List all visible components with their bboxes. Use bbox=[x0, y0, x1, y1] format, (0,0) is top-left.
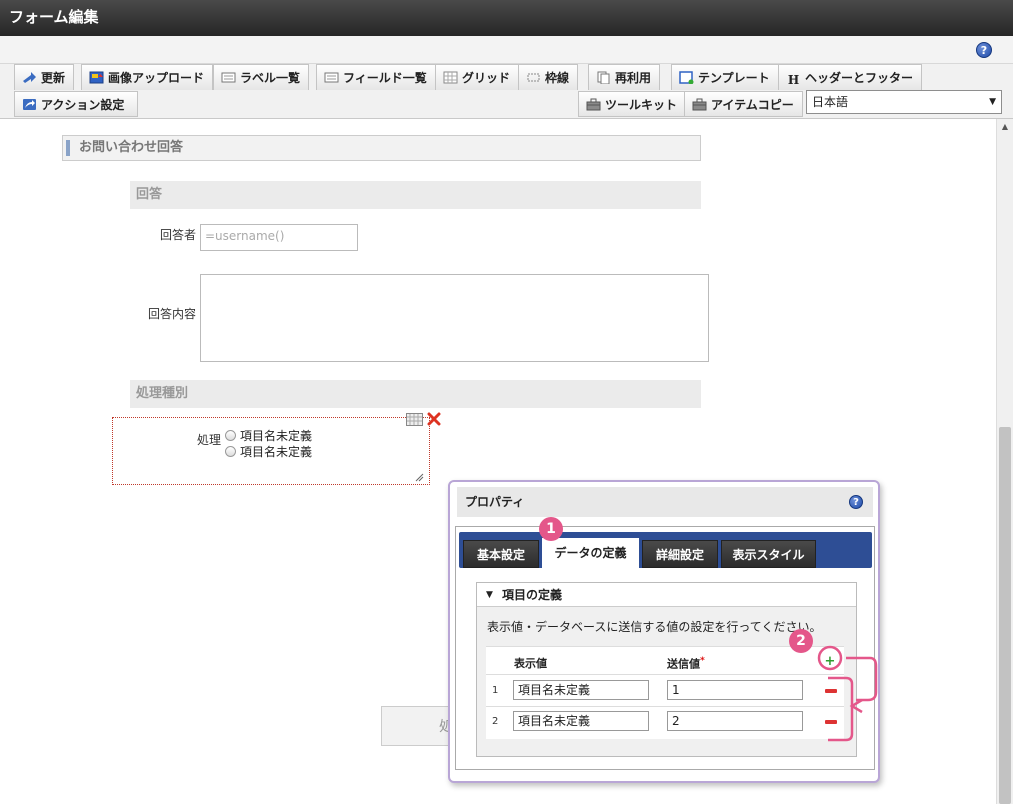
toolkit-button[interactable]: ツールキット bbox=[578, 91, 687, 117]
scroll-up-icon[interactable]: ▲ bbox=[997, 119, 1013, 135]
item-definition-panel: ▼ 項目の定義 表示値・データベースに送信する値の設定を行ってください。 表示値… bbox=[476, 582, 857, 757]
properties-dialog: プロパティ ? 基本設定 データの定義 詳細設定 表示スタイル ▼ 項目の定義 … bbox=[448, 480, 880, 783]
header-footer-label: ヘッダーとフッター bbox=[805, 71, 914, 85]
grid-icon bbox=[443, 67, 458, 84]
help-bar: ? bbox=[0, 36, 1013, 64]
properties-title: プロパティ bbox=[457, 487, 873, 517]
language-value: 日本語 bbox=[812, 95, 849, 109]
add-row-button[interactable]: + bbox=[822, 654, 838, 670]
border-icon bbox=[526, 67, 541, 82]
column-header-display: 表示値 bbox=[514, 657, 547, 670]
tab-basic-settings[interactable]: 基本設定 bbox=[463, 540, 539, 568]
resize-handle-icon[interactable] bbox=[414, 471, 424, 485]
window-title: フォーム編集 bbox=[0, 0, 1013, 36]
reuse-button[interactable]: 再利用 bbox=[588, 64, 661, 90]
reuse-label: 再利用 bbox=[615, 71, 652, 85]
template-button[interactable]: テンプレート bbox=[671, 64, 779, 90]
toolkit-icon bbox=[586, 94, 601, 111]
display-value-input[interactable]: 項目名未定義 bbox=[513, 711, 649, 731]
annotation-badge-1: 1 bbox=[539, 517, 563, 541]
item-copy-button[interactable]: アイテムコピー bbox=[684, 91, 803, 117]
field-list-button[interactable]: フィールド一覧 bbox=[316, 64, 436, 90]
vertical-scrollbar[interactable]: ▲ bbox=[996, 119, 1013, 804]
remove-row-button[interactable] bbox=[825, 720, 837, 724]
template-label: テンプレート bbox=[698, 71, 770, 85]
item-definition-grid: 表示値 送信値* + 1 項目名未定義 1 2 項目名未定義 2 bbox=[486, 646, 844, 739]
grid-label: グリッド bbox=[462, 71, 511, 85]
scrollbar-thumb[interactable] bbox=[999, 427, 1011, 804]
radio-button[interactable] bbox=[225, 430, 236, 441]
label-list-button[interactable]: ラベル一覧 bbox=[213, 64, 310, 90]
content-textarea[interactable] bbox=[200, 274, 709, 362]
delete-item-icon[interactable] bbox=[427, 412, 441, 429]
answer-heading[interactable]: 回答 bbox=[130, 181, 701, 209]
column-header-send: 送信値* bbox=[667, 655, 705, 672]
section-title[interactable]: お問い合わせ回答 bbox=[62, 135, 701, 161]
update-label: 更新 bbox=[41, 71, 66, 85]
header-footer-button[interactable]: H ヘッダーとフッター bbox=[778, 64, 923, 90]
item-copy-icon bbox=[692, 94, 707, 111]
border-button[interactable]: 枠線 bbox=[518, 64, 579, 90]
collapse-triangle-icon[interactable]: ▼ bbox=[486, 583, 493, 607]
radio-option-label: 項目名未定義 bbox=[240, 429, 313, 443]
send-value-input[interactable]: 1 bbox=[667, 680, 803, 700]
radio-option-1[interactable]: 項目名未定義 bbox=[225, 427, 312, 444]
display-value-input[interactable]: 項目名未定義 bbox=[513, 680, 649, 700]
properties-tabs: 基本設定 データの定義 詳細設定 表示スタイル bbox=[459, 532, 872, 568]
label-list-icon bbox=[221, 67, 236, 83]
reuse-icon bbox=[596, 67, 611, 85]
radio-button[interactable] bbox=[225, 446, 236, 457]
toolkit-label: ツールキット bbox=[605, 98, 678, 112]
grid-toggle-icon[interactable] bbox=[406, 413, 423, 429]
tab-data-definition[interactable]: データの定義 bbox=[542, 538, 639, 568]
label-list-label: ラベル一覧 bbox=[240, 71, 301, 85]
send-value-input[interactable]: 2 bbox=[667, 711, 803, 731]
item-definition-header[interactable]: ▼ 項目の定義 bbox=[477, 583, 856, 607]
item-copy-label: アイテムコピー bbox=[711, 98, 794, 112]
required-mark: * bbox=[700, 655, 705, 666]
template-icon bbox=[679, 67, 694, 85]
row-number: 1 bbox=[492, 685, 499, 696]
content-label: 回答内容 bbox=[147, 307, 196, 321]
image-upload-icon bbox=[89, 67, 104, 84]
border-label: 枠線 bbox=[545, 71, 570, 85]
item-definition-description: 表示値・データベースに送信する値の設定を行ってください。 bbox=[487, 620, 822, 634]
item-definition-title: 項目の定義 bbox=[502, 588, 563, 602]
action-settings-icon bbox=[22, 94, 37, 110]
action-settings-button[interactable]: アクション設定 bbox=[14, 91, 138, 117]
grid-divider bbox=[486, 674, 844, 675]
tab-display-style[interactable]: 表示スタイル bbox=[721, 540, 816, 568]
grid-divider bbox=[486, 706, 844, 707]
field-list-icon bbox=[324, 67, 339, 83]
properties-body: 基本設定 データの定義 詳細設定 表示スタイル ▼ 項目の定義 表示値・データベ… bbox=[455, 526, 875, 770]
action-settings-label: アクション設定 bbox=[41, 98, 125, 112]
help-icon[interactable]: ? bbox=[976, 42, 992, 58]
respondent-label: 回答者 bbox=[159, 228, 196, 242]
field-list-label: フィールド一覧 bbox=[343, 71, 427, 85]
image-upload-button[interactable]: 画像アップロード bbox=[81, 64, 214, 90]
tab-detail-settings[interactable]: 詳細設定 bbox=[642, 540, 718, 568]
chevron-down-icon: ▼ bbox=[989, 97, 996, 107]
header-footer-icon: H bbox=[787, 73, 800, 87]
grid-button[interactable]: グリッド bbox=[435, 64, 520, 90]
image-upload-label: 画像アップロード bbox=[108, 71, 205, 85]
update-button[interactable]: 更新 bbox=[14, 64, 75, 90]
row-number: 2 bbox=[492, 716, 499, 727]
remove-row-button[interactable] bbox=[825, 689, 837, 693]
respondent-field[interactable]: =username() bbox=[200, 224, 358, 251]
update-icon bbox=[22, 67, 37, 83]
language-select[interactable]: 日本語 ▼ bbox=[806, 90, 1002, 114]
processing-heading[interactable]: 処理種別 bbox=[130, 380, 701, 408]
annotation-badge-2: 2 bbox=[789, 629, 813, 653]
radio-option-label: 項目名未定義 bbox=[240, 445, 313, 459]
column-header-send-label: 送信値 bbox=[667, 657, 700, 671]
properties-help-icon[interactable]: ? bbox=[849, 495, 863, 509]
radio-option-2[interactable]: 項目名未定義 bbox=[225, 443, 312, 460]
processing-label: 処理 bbox=[196, 433, 221, 447]
